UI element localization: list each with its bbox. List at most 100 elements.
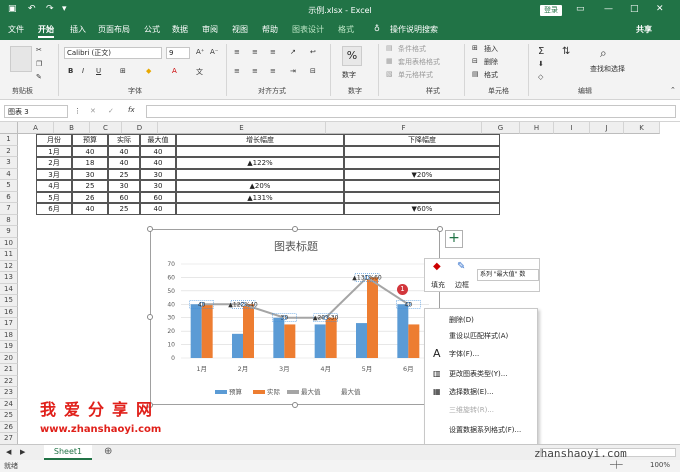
- row-header[interactable]: 5: [0, 180, 18, 192]
- table-cell[interactable]: 25: [72, 180, 108, 192]
- table-cell[interactable]: [344, 180, 500, 192]
- table-cell[interactable]: 1月: [36, 145, 72, 157]
- login-button[interactable]: 登录: [540, 5, 562, 16]
- table-cell[interactable]: [344, 157, 500, 169]
- bar-actual[interactable]: [284, 324, 296, 358]
- tab-page-layout[interactable]: 页面布局: [98, 24, 130, 35]
- column-header[interactable]: K: [624, 122, 660, 134]
- context-menu-item[interactable]: A 字体(F)...: [425, 345, 537, 363]
- data-label[interactable]: 30: [281, 315, 289, 322]
- column-header[interactable]: J: [590, 122, 624, 134]
- font-name-select[interactable]: Calibri (正文): [64, 47, 162, 59]
- phonetic-icon[interactable]: 文: [196, 67, 203, 77]
- collapse-ribbon-icon[interactable]: ⌃: [670, 86, 676, 94]
- format-painter-icon[interactable]: ✎: [36, 73, 42, 81]
- row-header[interactable]: 4: [0, 168, 18, 180]
- table-cell[interactable]: [176, 145, 344, 157]
- tab-view[interactable]: 视图: [232, 24, 248, 35]
- bar-budget[interactable]: [356, 323, 367, 358]
- fill-icon[interactable]: ⬇: [538, 60, 544, 68]
- bar-actual[interactable]: [201, 304, 213, 358]
- conditional-format-button[interactable]: 条件格式: [398, 44, 426, 54]
- maximize-icon[interactable]: □: [630, 4, 639, 14]
- conditional-format-icon[interactable]: ▤: [386, 44, 393, 52]
- tab-format[interactable]: 格式: [338, 24, 354, 35]
- tab-data[interactable]: 数据: [172, 24, 188, 35]
- format-cells-button[interactable]: 格式: [484, 70, 498, 80]
- bar-actual[interactable]: [367, 277, 378, 358]
- tab-chart-design[interactable]: 图表设计: [292, 24, 324, 35]
- column-header[interactable]: B: [54, 122, 90, 134]
- table-cell[interactable]: 5月: [36, 191, 72, 203]
- percent-icon[interactable]: %: [342, 46, 362, 66]
- find-select-button[interactable]: 查找和选择: [590, 64, 625, 74]
- number-button-label[interactable]: 数字: [342, 70, 356, 80]
- row-header[interactable]: 13: [0, 272, 18, 284]
- table-cell[interactable]: ▲131%: [176, 191, 344, 203]
- table-header-cell[interactable]: 预算: [72, 134, 108, 146]
- italic-icon[interactable]: I: [82, 67, 84, 75]
- align-right-icon[interactable]: ≡: [270, 67, 276, 75]
- insert-cells-button[interactable]: 插入: [484, 44, 498, 54]
- series-select[interactable]: 系列 "最大值" 数: [477, 269, 539, 281]
- merge-icon[interactable]: ⊟: [310, 67, 316, 75]
- table-cell[interactable]: 60: [140, 191, 176, 203]
- legend-label[interactable]: 预算: [229, 387, 243, 396]
- border-label[interactable]: 边框: [455, 280, 469, 290]
- table-header-cell[interactable]: 下降幅度: [344, 134, 500, 146]
- resize-handle[interactable]: [147, 226, 153, 232]
- table-cell[interactable]: 6月: [36, 203, 72, 215]
- bar-budget[interactable]: [314, 324, 326, 358]
- chart-svg[interactable]: 0 10 20 30 40 50 60 70 1月 2月 3月 4月 5月 6月 40 ▲122%40 30…: [151, 230, 441, 406]
- legend-label[interactable]: 最大值: [301, 387, 321, 396]
- table-cell[interactable]: [176, 168, 344, 180]
- find-icon[interactable]: ⌕: [600, 46, 607, 61]
- bar-actual[interactable]: [243, 304, 254, 358]
- sort-filter-icon[interactable]: ⇅: [562, 46, 570, 57]
- align-bottom-icon[interactable]: ≡: [270, 48, 276, 56]
- resize-handle[interactable]: [292, 226, 298, 232]
- decrease-font-icon[interactable]: A⁻: [210, 48, 218, 56]
- data-label[interactable]: 40: [198, 301, 206, 308]
- row-header[interactable]: 6: [0, 191, 18, 203]
- column-header[interactable]: C: [90, 122, 122, 134]
- row-header[interactable]: 9: [0, 226, 18, 238]
- column-header[interactable]: I: [554, 122, 590, 134]
- row-header[interactable]: 3: [0, 157, 18, 169]
- table-header-cell[interactable]: 增长幅度: [176, 134, 344, 146]
- align-middle-icon[interactable]: ≡: [252, 48, 258, 56]
- table-cell[interactable]: 18: [72, 157, 108, 169]
- align-left-icon[interactable]: ≡: [234, 67, 240, 75]
- font-color-icon[interactable]: A: [172, 67, 177, 75]
- bar-actual[interactable]: [408, 324, 420, 358]
- row-header[interactable]: 11: [0, 249, 18, 261]
- zoom-slider-icon[interactable]: ─┼─: [610, 461, 623, 469]
- table-cell[interactable]: 3月: [36, 168, 72, 180]
- row-header[interactable]: 14: [0, 283, 18, 295]
- row-header[interactable]: 22: [0, 375, 18, 387]
- table-cell[interactable]: 30: [108, 180, 140, 192]
- resize-handle[interactable]: [147, 314, 153, 320]
- font-size-select[interactable]: 9: [166, 47, 190, 59]
- table-cell[interactable]: 40: [108, 157, 140, 169]
- insert-cells-icon[interactable]: ⊞: [472, 44, 478, 52]
- resize-handle[interactable]: [292, 402, 298, 408]
- table-cell[interactable]: 40: [72, 145, 108, 157]
- tell-me-search[interactable]: 操作说明搜索: [390, 24, 438, 35]
- bar-actual[interactable]: [325, 317, 337, 358]
- row-header[interactable]: 24: [0, 398, 18, 410]
- column-header[interactable]: E: [158, 122, 326, 134]
- data-label[interactable]: 40: [405, 301, 413, 308]
- table-cell[interactable]: 30: [140, 168, 176, 180]
- bar-budget[interactable]: [190, 304, 202, 358]
- delete-cells-button[interactable]: 删除: [484, 57, 498, 67]
- bar-budget[interactable]: [397, 304, 409, 358]
- paste-icon[interactable]: [10, 46, 32, 72]
- tab-help[interactable]: 帮助: [262, 24, 278, 35]
- tab-review[interactable]: 审阅: [202, 24, 218, 35]
- table-cell[interactable]: 40: [140, 203, 176, 215]
- tab-file[interactable]: 文件: [8, 24, 24, 35]
- row-header[interactable]: 20: [0, 352, 18, 364]
- tab-formulas[interactable]: 公式: [144, 24, 160, 35]
- clear-icon[interactable]: ◇: [538, 73, 543, 81]
